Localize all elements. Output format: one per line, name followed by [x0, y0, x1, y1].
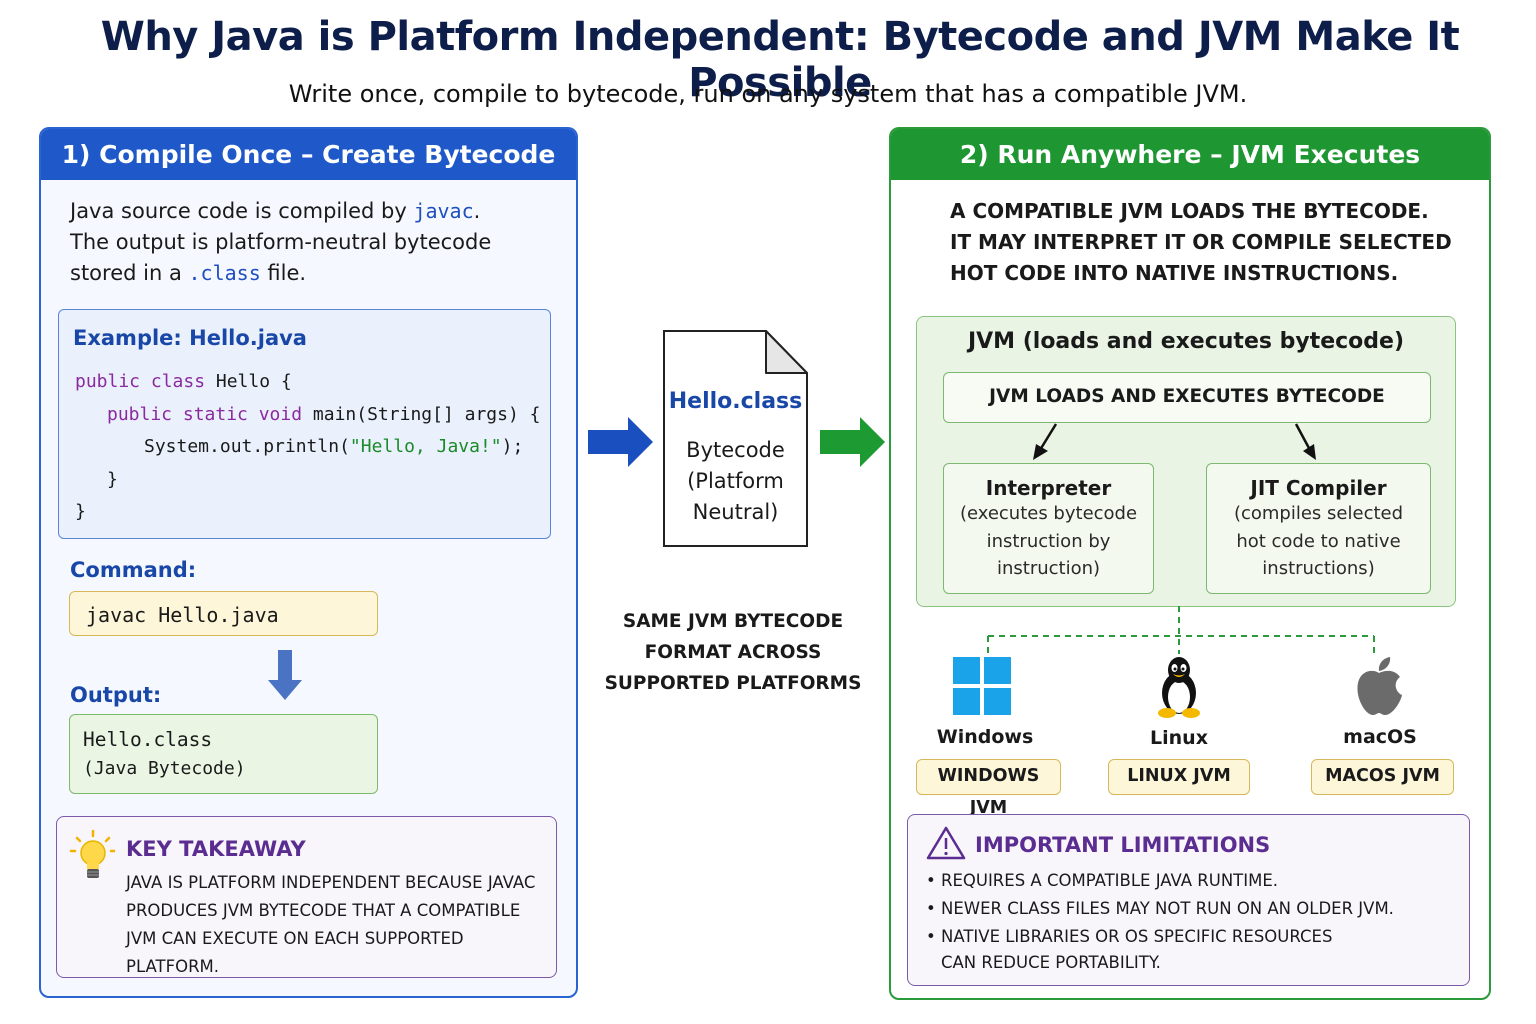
bytecode-format-note: SAME JVM BYTECODE FORMAT ACROSS SUPPORTE… — [604, 611, 862, 694]
output-label: Output: — [70, 683, 162, 707]
compile-intro-line-1: Java source code is compiled by javac. — [70, 199, 481, 223]
limitations-title: IMPORTANT LIMITATIONS — [975, 833, 1271, 857]
output-line-2: (Java Bytecode) — [83, 758, 246, 779]
macos-label: macOS — [1343, 726, 1417, 748]
linux-jvm-badge: LINUX JVM — [1108, 759, 1250, 795]
compile-once-header: 1) Compile Once – Create Bytecode — [41, 129, 576, 180]
limitation-item-1: • REQUIRES A COMPATIBLE JAVA RUNTIME. — [926, 871, 1279, 890]
interpreter-description: (executes bytecode instruction by instru… — [959, 503, 1138, 579]
code-line-1: public class Hello { — [75, 371, 292, 392]
limitation-item-2: • NEWER CLASS FILES MAY NOT RUN ON AN OL… — [926, 899, 1394, 918]
windows-logo-icon — [953, 657, 1011, 715]
page-subtitle: Write once, compile to bytecode, run on … — [288, 80, 1248, 108]
jvm-loads-box: JVM LOADS AND EXECUTES BYTECODE — [943, 372, 1431, 423]
command-text: javac Hello.java — [86, 603, 279, 627]
run-intro: A COMPATIBLE JVM LOADS THE BYTECODE. IT … — [950, 199, 1452, 285]
run-anywhere-header: 2) Run Anywhere – JVM Executes — [891, 129, 1489, 180]
example-title: Example: Hello.java — [73, 326, 307, 350]
arrow-to-jit-icon — [1294, 423, 1316, 460]
limitation-item-3: • NATIVE LIBRARIES OR OS SPECIFIC RESOUR… — [926, 927, 1333, 946]
class-inline-code: .class — [188, 261, 261, 285]
jvm-title: JVM (loads and executes bytecode) — [967, 329, 1405, 354]
file-name-label: Hello.class — [668, 389, 803, 414]
output-box: Hello.class (Java Bytecode) — [69, 714, 378, 794]
file-description: Bytecode (Platform Neutral) — [686, 438, 785, 524]
compile-intro: Java source code is compiled by javac. T… — [70, 196, 491, 289]
arrow-to-interpreter-icon — [1033, 423, 1058, 460]
right-arrow-blue-icon — [588, 417, 653, 467]
windows-label: Windows — [936, 726, 1034, 748]
limitation-item-3-continued: CAN REDUCE PORTABILITY. — [941, 953, 1161, 972]
warning-icon — [926, 826, 966, 860]
output-line-1: Hello.class — [83, 728, 213, 751]
code-line-2: public static void main(String[] args) { — [107, 404, 541, 425]
macos-jvm-badge: MACOS JVM — [1311, 759, 1454, 795]
jit-compiler-description: (compiles selected hot code to native in… — [1233, 503, 1404, 579]
apple-logo-icon — [1357, 657, 1402, 715]
compile-intro-line-2: The output is platform-neutral bytecode — [70, 230, 492, 254]
platform-connector-lines — [987, 606, 1375, 654]
lightbulb-icon — [69, 829, 115, 878]
example-code-box: Example: Hello.java public class Hello {… — [58, 309, 551, 539]
key-takeaway-title: KEY TAKEAWAY — [126, 837, 306, 861]
interpreter-box: Interpreter (executes bytecode instructi… — [943, 463, 1154, 594]
code-line-3: System.out.println("Hello, Java!"); — [144, 436, 524, 457]
interpreter-title: Interpreter — [985, 476, 1112, 500]
code-line-5: } — [75, 501, 86, 522]
tux-penguin-icon — [1158, 657, 1200, 718]
down-arrow-icon — [268, 650, 302, 700]
javac-inline-code: javac — [413, 199, 474, 223]
jit-compiler-title: JIT Compiler — [1250, 476, 1387, 500]
right-arrow-green-icon — [820, 417, 885, 467]
command-box: javac Hello.java — [69, 591, 378, 636]
key-takeaway-text: JAVA IS PLATFORM INDEPENDENT BECAUSE JAV… — [126, 873, 536, 976]
command-label: Command: — [70, 558, 197, 582]
jit-compiler-box: JIT Compiler (compiles selected hot code… — [1206, 463, 1431, 594]
key-takeaway-box: KEY TAKEAWAY JAVA IS PLATFORM INDEPENDEN… — [56, 816, 557, 978]
linux-label: Linux — [1150, 727, 1208, 749]
important-limitations-box: IMPORTANT LIMITATIONS • REQUIRES A COMPA… — [907, 814, 1470, 986]
code-line-4: } — [107, 469, 118, 490]
windows-jvm-badge: WINDOWS JVM — [916, 759, 1061, 818]
compile-intro-line-3: stored in a .class file. — [70, 261, 307, 285]
